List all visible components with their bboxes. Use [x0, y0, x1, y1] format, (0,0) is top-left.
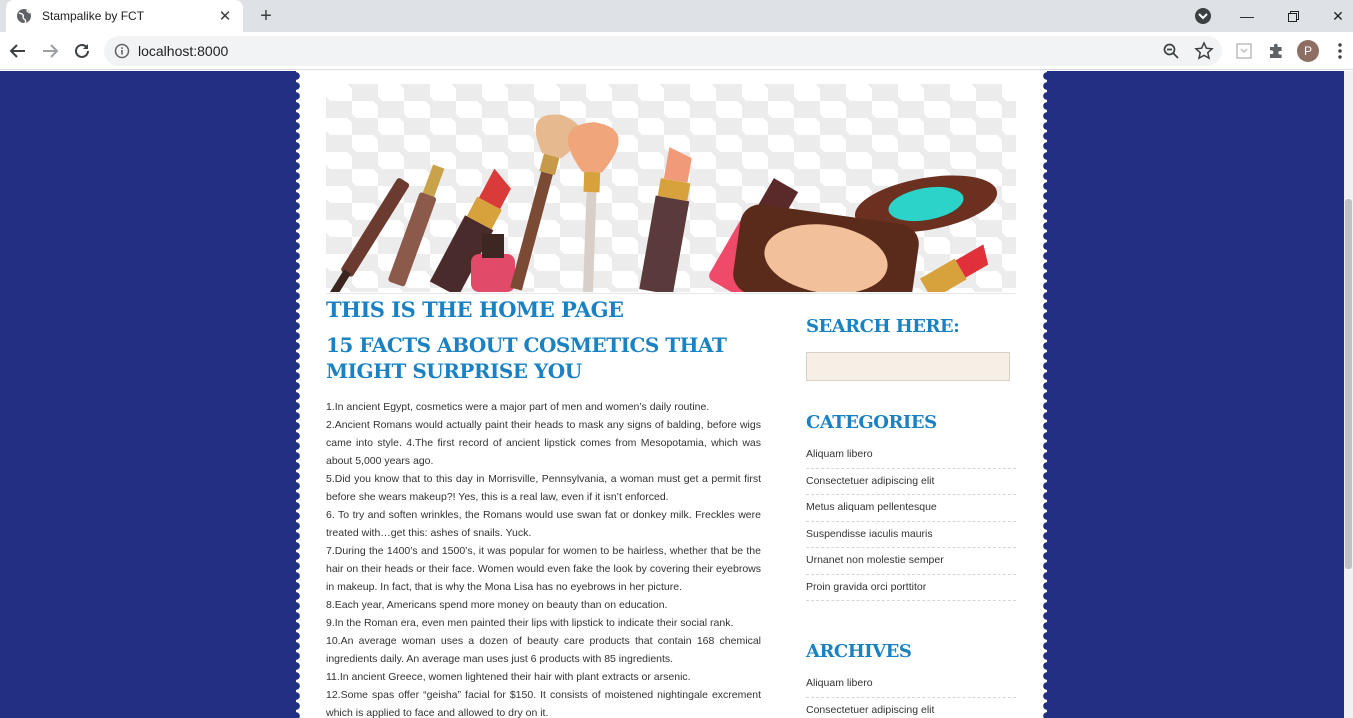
- search-input[interactable]: [806, 352, 1010, 381]
- cosmetics-banner-image: [326, 84, 1016, 292]
- categories-heading: CATEGORIES: [806, 412, 937, 433]
- puzzle-icon[interactable]: [1266, 41, 1286, 61]
- category-link[interactable]: Consectetuer adipiscing elit: [806, 469, 1016, 495]
- category-link[interactable]: Aliquam libero: [806, 442, 1016, 469]
- post-paragraph: 5.Did you know that to this day in Morri…: [326, 473, 761, 503]
- browser-tab[interactable]: Stampalike by FCT ✕: [6, 0, 243, 32]
- close-icon[interactable]: ✕: [217, 8, 233, 25]
- post-paragraph: 7.During the 1400’s and 1500’s, it was p…: [326, 545, 761, 593]
- zoom-icon[interactable]: [1162, 42, 1180, 60]
- post-paragraph: 9.In the Roman era, even men painted the…: [326, 617, 734, 629]
- post-paragraph: 1.In ancient Egypt, cosmetics were a maj…: [326, 401, 710, 413]
- archives-list: Aliquam libero Consectetuer adipiscing e…: [806, 671, 1016, 718]
- plus-icon[interactable]: +: [256, 5, 276, 27]
- more-icon[interactable]: [1330, 41, 1350, 61]
- stamp-perforation-right: [1043, 71, 1051, 718]
- archives-heading: ARCHIVES: [806, 641, 912, 662]
- page-title: THIS IS THE HOME PAGE: [326, 297, 624, 322]
- archive-link[interactable]: Consectetuer adipiscing elit: [806, 698, 1016, 718]
- forward-icon[interactable]: [39, 40, 61, 62]
- category-link[interactable]: Urnanet non molestie semper: [806, 548, 1016, 575]
- scrollbar-thumb[interactable]: [1345, 199, 1352, 569]
- post-paragraph: 11.In ancient Greece, women lightened th…: [326, 671, 691, 683]
- page-viewport: THIS IS THE HOME PAGE 15 FACTS ABOUT COS…: [0, 71, 1353, 718]
- tab-strip: Stampalike by FCT ✕ + — ✕: [0, 0, 1353, 32]
- back-icon[interactable]: [7, 40, 29, 62]
- avatar[interactable]: P: [1297, 40, 1319, 62]
- banner-divider: [326, 293, 1016, 294]
- url-text: localhost:8000: [138, 43, 229, 59]
- window-close-icon[interactable]: ✕: [1315, 0, 1353, 32]
- stamp-perforation-left: [292, 71, 300, 718]
- post-body: 1.In ancient Egypt, cosmetics were a maj…: [326, 398, 761, 718]
- post-paragraph: 6. To try and soften wrinkles, the Roman…: [326, 509, 761, 539]
- browser-toolbar: localhost:8000 P: [0, 32, 1353, 70]
- post-paragraph: 8.Each year, Americans spend more money …: [326, 599, 668, 611]
- minimize-icon[interactable]: —: [1224, 0, 1270, 32]
- post-title[interactable]: 15 FACTS ABOUT COSMETICS THAT MIGHT SURP…: [326, 332, 762, 384]
- star-icon[interactable]: [1194, 41, 1214, 61]
- archive-link[interactable]: Aliquam libero: [806, 671, 1016, 698]
- scrollbar[interactable]: [1344, 71, 1353, 718]
- stamp-container: THIS IS THE HOME PAGE 15 FACTS ABOUT COS…: [292, 71, 1051, 718]
- tab-search-icon[interactable]: [1194, 7, 1212, 25]
- category-link[interactable]: Proin gravida orci porttitor: [806, 575, 1016, 601]
- category-link[interactable]: Metus aliquam pellentesque: [806, 495, 1016, 522]
- info-icon[interactable]: [114, 43, 130, 59]
- reload-icon[interactable]: [71, 40, 93, 62]
- categories-list: Aliquam libero Consectetuer adipiscing e…: [806, 442, 1016, 601]
- category-link[interactable]: Suspendisse iaculis mauris: [806, 522, 1016, 548]
- post-paragraph: 2.Ancient Romans would actually paint th…: [326, 419, 761, 467]
- search-heading: SEARCH HERE:: [806, 316, 960, 337]
- address-bar[interactable]: localhost:8000: [104, 36, 1222, 66]
- globe-icon: [16, 8, 32, 24]
- post-paragraph: 12.Some spas offer “geisha” facial for $…: [326, 689, 761, 718]
- extension-icon[interactable]: [1234, 41, 1254, 61]
- maximize-icon[interactable]: [1270, 0, 1316, 32]
- post-paragraph: 10.An average woman uses a dozen of beau…: [326, 635, 761, 665]
- tab-title: Stampalike by FCT: [42, 9, 145, 23]
